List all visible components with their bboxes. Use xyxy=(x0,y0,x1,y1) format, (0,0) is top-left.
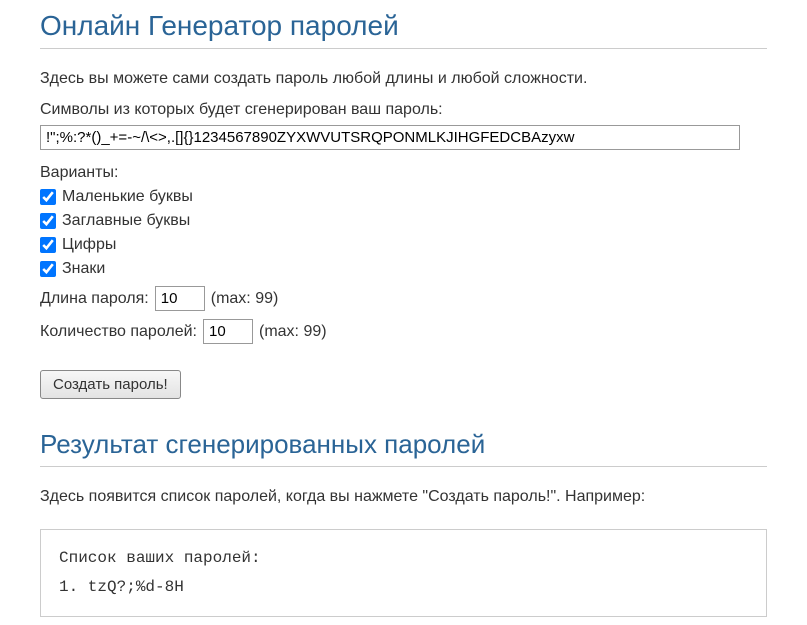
result-item-1: 1. tzQ?;%d-8H xyxy=(59,573,748,602)
digits-checkbox[interactable] xyxy=(40,237,56,253)
count-input[interactable] xyxy=(203,319,253,344)
uppercase-checkbox[interactable] xyxy=(40,213,56,229)
digits-label: Цифры xyxy=(62,236,116,254)
symbols-input[interactable] xyxy=(40,125,740,150)
intro-description: Здесь вы можете сами создать пароль любо… xyxy=(40,67,767,91)
variants-label: Варианты: xyxy=(40,164,767,182)
result-list-title: Список ваших паролей: xyxy=(59,544,748,573)
lowercase-label: Маленькие буквы xyxy=(62,188,193,206)
lowercase-checkbox[interactable] xyxy=(40,189,56,205)
symbols-label: Символы из которых будет сгенерирован ва… xyxy=(40,101,767,119)
count-max-hint: (max: 99) xyxy=(259,323,327,341)
length-input[interactable] xyxy=(155,286,205,311)
length-label: Длина пароля: xyxy=(40,290,149,308)
length-max-hint: (max: 99) xyxy=(211,290,279,308)
result-description: Здесь появится список паролей, когда вы … xyxy=(40,485,767,509)
count-label: Количество паролей: xyxy=(40,323,197,341)
uppercase-label: Заглавные буквы xyxy=(62,212,190,230)
symbols-label-cb: Знаки xyxy=(62,260,105,278)
symbols-checkbox[interactable] xyxy=(40,261,56,277)
create-password-button[interactable]: Создать пароль! xyxy=(40,370,181,399)
result-box: Список ваших паролей: 1. tzQ?;%d-8H xyxy=(40,529,767,617)
result-heading: Результат сгенерированных паролей xyxy=(40,429,767,467)
page-title: Онлайн Генератор паролей xyxy=(40,10,767,49)
